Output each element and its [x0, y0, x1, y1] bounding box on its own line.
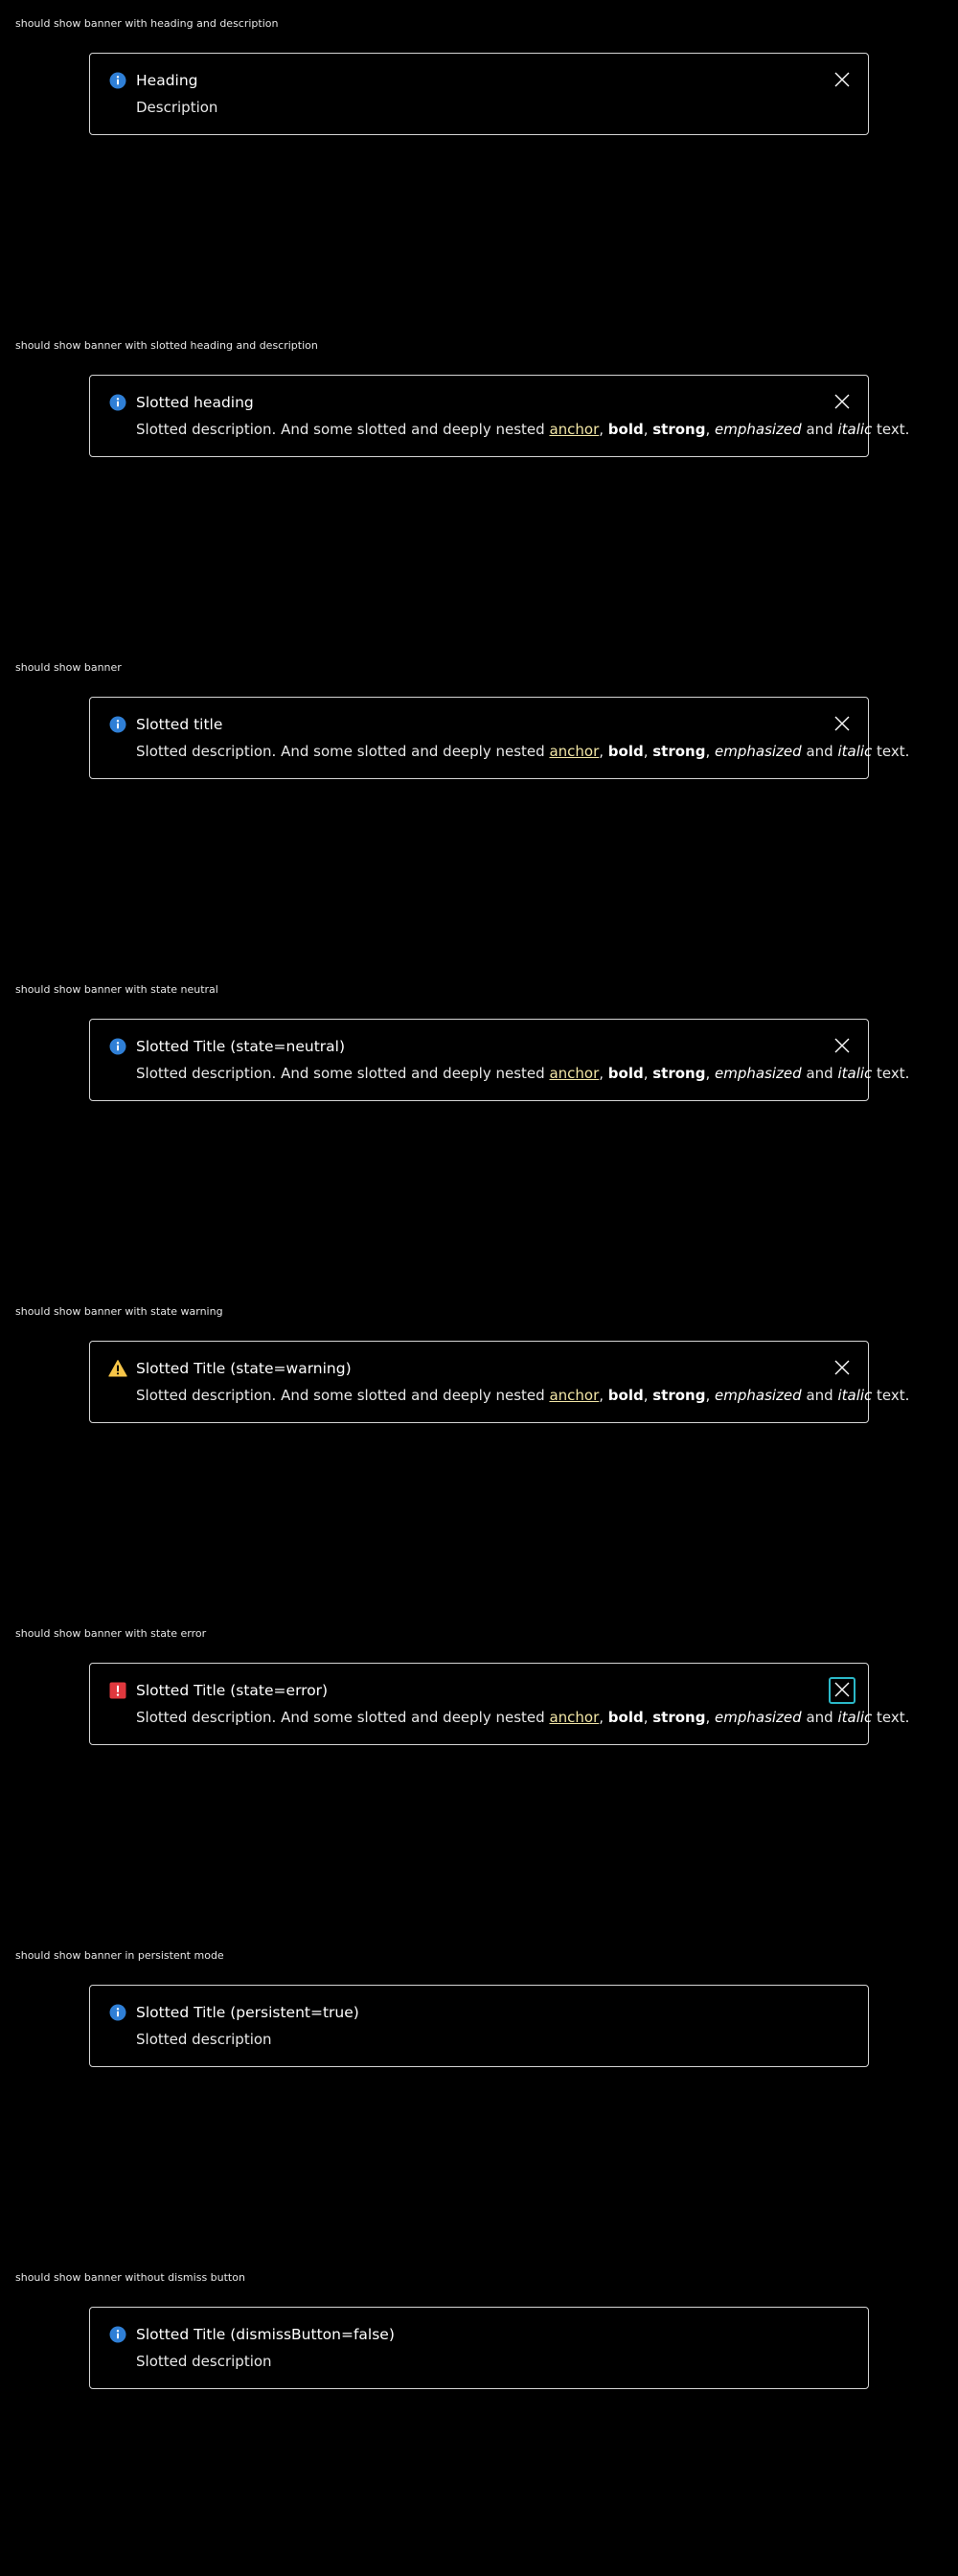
banner: Slotted Title (dismissButton=false) Slot… [89, 2307, 869, 2389]
banner-title: Slotted Title (state=error) [136, 1682, 329, 1699]
section-banner: should show banner Slotted title Slotted… [0, 644, 958, 966]
section-label: should show banner in persistent mode [15, 1949, 224, 1962]
banner-description: Description [136, 99, 218, 116]
banner-title: Slotted Title (persistent=true) [136, 2004, 359, 2021]
dismiss-button[interactable] [829, 1677, 855, 1704]
section-label: should show banner with slotted heading … [15, 339, 318, 352]
banner-title: Slotted Title (dismissButton=false) [136, 2326, 395, 2343]
anchor-link[interactable]: anchor [549, 1709, 599, 1726]
banner-title: Slotted Title (state=neutral) [136, 1038, 346, 1055]
error-icon [108, 1681, 127, 1700]
banner: Slotted Title (state=neutral) Slotted de… [89, 1019, 909, 1101]
info-icon [108, 715, 127, 734]
banner-description: Slotted description. And some slotted an… [136, 1387, 910, 1404]
section-heading-description: should show banner with heading and desc… [0, 0, 958, 322]
section-no-dismiss: should show banner without dismiss butto… [0, 2254, 958, 2576]
banner-description: Slotted description. And some slotted an… [136, 1065, 910, 1082]
section-label: should show banner without dismiss butto… [15, 2271, 245, 2284]
banner: Slotted heading Slotted description. And… [89, 375, 909, 457]
info-icon [108, 2003, 127, 2022]
banner-description: Slotted description. And some slotted an… [136, 743, 910, 760]
section-slotted-heading-description: should show banner with slotted heading … [0, 322, 958, 644]
banner: Slotted Title (state=warning) Slotted de… [89, 1341, 909, 1423]
anchor-link[interactable]: anchor [549, 743, 599, 760]
info-icon [108, 1037, 127, 1056]
section-label: should show banner with state warning [15, 1305, 223, 1318]
section-label: should show banner with state neutral [15, 983, 218, 996]
anchor-link[interactable]: anchor [549, 1387, 599, 1404]
banner: Heading Description [89, 53, 869, 135]
section-label: should show banner with heading and desc… [15, 17, 279, 30]
dismiss-button[interactable] [829, 1033, 855, 1060]
section-label: should show banner with state error [15, 1627, 207, 1640]
warning-icon [108, 1359, 127, 1378]
banner: Slotted title Slotted description. And s… [89, 697, 909, 779]
banner-description: Slotted description [136, 2031, 272, 2048]
dismiss-button[interactable] [829, 1355, 855, 1382]
banner-title: Slotted Title (state=warning) [136, 1360, 352, 1377]
anchor-link[interactable]: anchor [549, 1065, 599, 1082]
info-icon [108, 2325, 127, 2344]
close-icon [833, 1359, 851, 1379]
close-icon [833, 393, 851, 413]
banner-title: Heading [136, 72, 198, 89]
info-icon [108, 71, 127, 90]
section-state-error: should show banner with state error Slot… [0, 1610, 958, 1932]
dismiss-button[interactable] [829, 389, 855, 416]
section-persistent: should show banner in persistent mode Sl… [0, 1932, 958, 2254]
dismiss-button[interactable] [829, 67, 855, 94]
dismiss-button[interactable] [829, 711, 855, 738]
close-icon [833, 1681, 851, 1701]
close-icon [833, 1037, 851, 1057]
banner-description: Slotted description. And some slotted an… [136, 1709, 910, 1726]
banner-title: Slotted title [136, 716, 223, 733]
banner-description: Slotted description. And some slotted an… [136, 421, 910, 438]
banner-description: Slotted description [136, 2353, 272, 2370]
section-state-warning: should show banner with state warning Sl… [0, 1288, 958, 1610]
banner: Slotted Title (state=error) Slotted desc… [89, 1663, 909, 1745]
anchor-link[interactable]: anchor [549, 421, 599, 438]
section-label: should show banner [15, 661, 122, 674]
close-icon [833, 71, 851, 91]
banner-title: Slotted heading [136, 394, 254, 411]
close-icon [833, 715, 851, 735]
banner: Slotted Title (persistent=true) Slotted … [89, 1985, 869, 2067]
info-icon [108, 393, 127, 412]
section-state-neutral: should show banner with state neutral Sl… [0, 966, 958, 1288]
